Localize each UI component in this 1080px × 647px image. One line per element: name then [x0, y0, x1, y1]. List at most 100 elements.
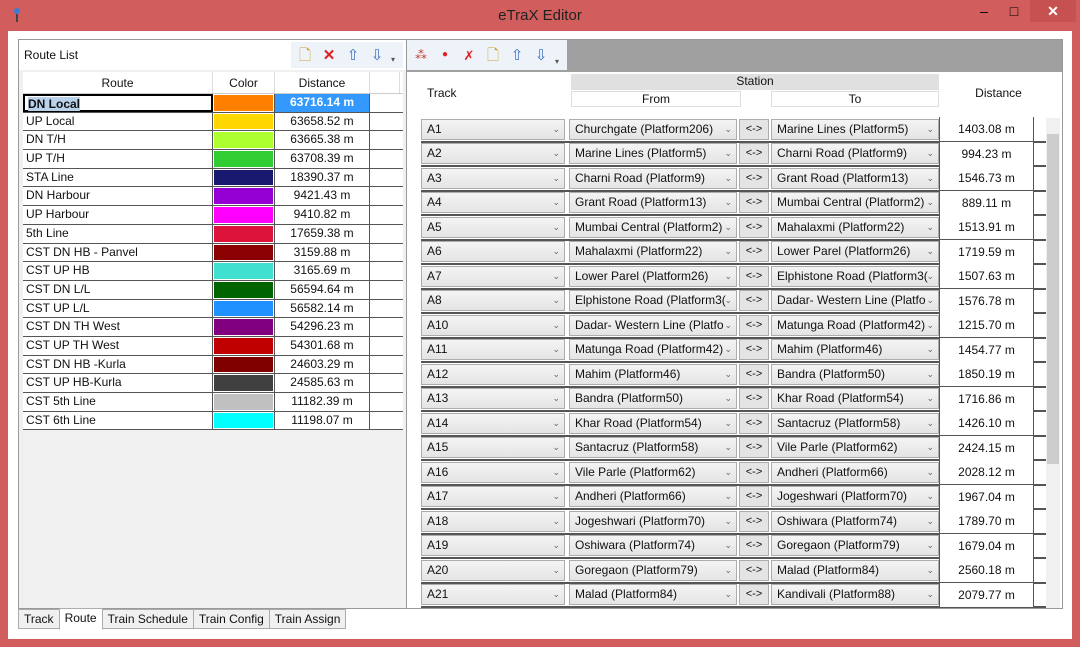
move-down-icon[interactable]: ⇩ [367, 45, 387, 65]
route-name[interactable]: UP T/H [23, 150, 213, 168]
from-station-combo[interactable]: Santacruz (Platform58) ⌄ [569, 437, 737, 459]
from-station-combo[interactable]: Elphistone Road (Platform3(⌄ [569, 290, 737, 312]
column-header-from[interactable]: From [571, 91, 741, 107]
column-header-distance[interactable]: Distance [275, 72, 370, 93]
route-name[interactable]: CST DN L/L [23, 280, 213, 299]
route-color[interactable] [213, 112, 275, 131]
route-row[interactable]: UP T/H 63708.39 m [23, 150, 403, 169]
track-down-icon[interactable]: ⇩ [531, 45, 551, 65]
to-station-combo[interactable]: Lower Parel (Platform26) ⌄ [771, 241, 939, 263]
route-row[interactable]: CST UP HB 3165.69 m [23, 262, 403, 281]
route-color[interactable] [213, 262, 275, 280]
swap-button[interactable]: <-> [739, 363, 769, 385]
swap-button[interactable]: <-> [739, 486, 769, 508]
route-row[interactable]: 5th Line 17659.38 m [23, 224, 403, 244]
route-row[interactable]: STA Line 18390.37 m [23, 168, 403, 188]
route-color[interactable] [213, 280, 275, 299]
swap-button[interactable]: <-> [739, 143, 769, 165]
route-name[interactable]: CST UP TH West [23, 336, 213, 355]
swap-button[interactable]: <-> [739, 412, 769, 434]
swap-button[interactable]: <-> [739, 265, 769, 287]
swap-button[interactable]: <-> [739, 167, 769, 189]
from-station-combo[interactable]: Goregaon (Platform79) ⌄ [569, 559, 737, 581]
to-station-combo[interactable]: Vile Parle (Platform62) ⌄ [771, 437, 939, 459]
route-row[interactable]: DN Local 63716.14 m [23, 94, 403, 113]
swap-button[interactable]: <-> [739, 192, 769, 214]
route-color[interactable] [213, 318, 275, 336]
to-station-combo[interactable]: Elphistone Road (Platform3(⌄ [771, 265, 939, 287]
from-station-combo[interactable]: Lower Parel (Platform26) ⌄ [569, 265, 737, 287]
route-name[interactable]: CST DN HB -Kurla [23, 355, 213, 374]
route-name[interactable]: CST UP HB [23, 262, 213, 280]
move-up-icon[interactable]: ⇧ [343, 45, 363, 65]
track-combo[interactable]: A13 ⌄ [421, 388, 565, 410]
close-button[interactable]: ✕ [1030, 0, 1076, 22]
swap-button[interactable]: <-> [739, 559, 769, 581]
route-row[interactable]: CST DN HB - Panvel 3159.88 m [23, 243, 403, 263]
route-color[interactable] [213, 243, 275, 262]
track-up-icon[interactable]: ⇧ [507, 45, 527, 65]
to-station-combo[interactable]: Grant Road (Platform13) ⌄ [771, 167, 939, 189]
add-branch-icon[interactable]: ⁂ [411, 45, 431, 65]
from-station-combo[interactable]: Dadar- Western Line (Platfo ⌄ [569, 314, 737, 336]
swap-button[interactable]: <-> [739, 241, 769, 263]
route-name[interactable]: DN Harbour [23, 187, 213, 206]
from-station-combo[interactable]: Mumbai Central (Platform2) ⌄ [569, 216, 737, 238]
route-color[interactable] [213, 168, 275, 187]
track-combo[interactable]: A15 ⌄ [421, 437, 565, 459]
route-row[interactable]: CST DN L/L 56594.64 m [23, 280, 403, 300]
track-combo[interactable]: A6 ⌄ [421, 241, 565, 263]
swap-button[interactable]: <-> [739, 118, 769, 140]
add-point-icon[interactable]: ● [435, 45, 455, 65]
from-station-combo[interactable]: Malad (Platform84) ⌄ [569, 584, 737, 606]
tab-train-config[interactable]: Train Config [192, 609, 270, 629]
track-combo[interactable]: A21 ⌄ [421, 584, 565, 606]
tab-route[interactable]: Route [58, 608, 103, 630]
swap-button[interactable]: <-> [739, 339, 769, 361]
track-combo[interactable]: A16 ⌄ [421, 461, 565, 483]
to-station-combo[interactable]: Khar Road (Platform54) ⌄ [771, 388, 939, 410]
swap-button[interactable]: <-> [739, 314, 769, 336]
from-station-combo[interactable]: Marine Lines (Platform5) ⌄ [569, 143, 737, 165]
to-station-combo[interactable]: Marine Lines (Platform5) ⌄ [771, 118, 939, 140]
swap-button[interactable]: <-> [739, 535, 769, 557]
to-station-combo[interactable]: Santacruz (Platform58) ⌄ [771, 412, 939, 434]
route-row[interactable]: UP Harbour 9410.82 m [23, 206, 403, 225]
route-name[interactable]: CST UP L/L [23, 299, 213, 318]
to-station-combo[interactable]: Bandra (Platform50) ⌄ [771, 363, 939, 385]
track-combo[interactable]: A3 ⌄ [421, 167, 565, 189]
route-color[interactable] [213, 374, 275, 392]
column-header-track[interactable]: Track [427, 86, 457, 100]
route-name[interactable]: CST DN TH West [23, 318, 213, 336]
route-name[interactable]: CST 5th Line [23, 393, 213, 411]
minimize-button[interactable]: – [968, 0, 1000, 22]
to-station-combo[interactable]: Charni Road (Platform9) ⌄ [771, 143, 939, 165]
swap-button[interactable]: <-> [739, 388, 769, 410]
route-row[interactable]: CST UP HB-Kurla 24585.63 m [23, 374, 403, 393]
track-combo[interactable]: A19 ⌄ [421, 535, 565, 557]
route-row[interactable]: CST DN TH West 54296.23 m [23, 318, 403, 337]
column-header-to[interactable]: To [771, 91, 939, 107]
swap-button[interactable]: <-> [739, 216, 769, 238]
swap-button[interactable]: <-> [739, 584, 769, 606]
to-station-combo[interactable]: Mumbai Central (Platform2) ⌄ [771, 192, 939, 214]
route-row[interactable]: DN Harbour 9421.43 m [23, 187, 403, 207]
to-station-combo[interactable]: Dadar- Western Line (Platfo ⌄ [771, 290, 939, 312]
route-row[interactable]: DN T/H 63665.38 m [23, 131, 403, 151]
route-color[interactable] [213, 355, 275, 374]
route-name[interactable]: UP Local [23, 112, 213, 131]
scroll-thumb[interactable] [1047, 134, 1059, 464]
swap-button[interactable]: <-> [739, 461, 769, 483]
route-name[interactable]: 5th Line [23, 224, 213, 243]
track-combo[interactable]: A1 ⌄ [421, 118, 565, 140]
route-row[interactable]: CST 5th Line 11182.39 m [23, 393, 403, 412]
route-row[interactable]: CST 6th Line 11198.07 m [23, 411, 403, 431]
route-row[interactable]: CST UP TH West 54301.68 m [23, 336, 403, 356]
route-name[interactable]: DN Local [23, 94, 213, 112]
new-route-icon[interactable]: 🗋 [295, 45, 315, 65]
route-name[interactable]: DN T/H [23, 131, 213, 150]
route-name[interactable]: CST UP HB-Kurla [23, 374, 213, 392]
track-combo[interactable]: A12 ⌄ [421, 363, 565, 385]
from-station-combo[interactable]: Mahim (Platform46) ⌄ [569, 363, 737, 385]
route-name[interactable]: UP Harbour [23, 206, 213, 224]
